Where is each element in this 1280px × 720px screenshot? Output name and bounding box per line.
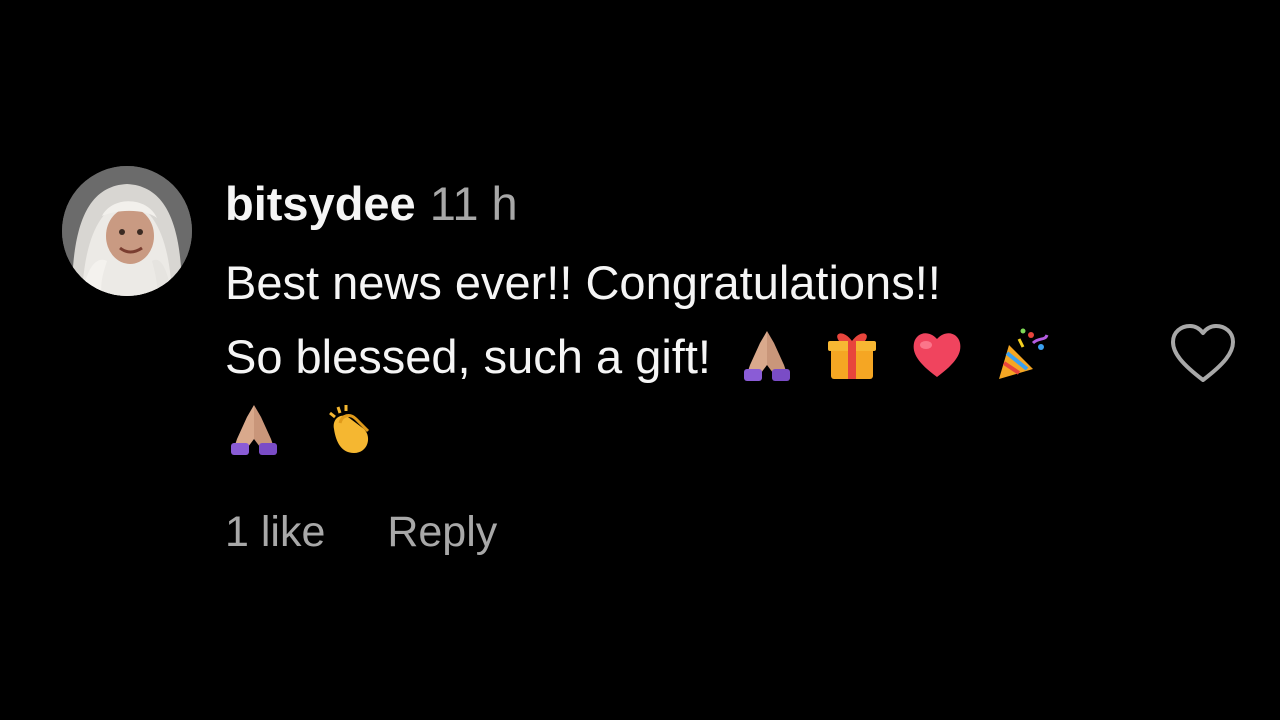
heart-outline-icon (1171, 324, 1235, 382)
comment-text-line-2: So blessed, such a gift! (225, 320, 1145, 394)
comment-text-line-1: Best news ever!! Congratulations!! (225, 256, 941, 309)
username[interactable]: bitsydee (225, 177, 416, 230)
clapping-hands-icon (320, 399, 378, 457)
reply-button[interactable]: Reply (387, 502, 497, 562)
comment-emoji-line (225, 394, 1145, 468)
comment-body: Best news ever!! Congratulations!! So bl… (225, 246, 1145, 468)
party-popper-icon (993, 325, 1051, 383)
like-button[interactable] (1168, 322, 1238, 386)
comment-text-segment: So blessed, such a gift! (225, 330, 711, 383)
avatar[interactable] (62, 166, 192, 296)
like-count-link[interactable]: 1 like (225, 502, 325, 562)
timestamp[interactable]: 11 h (430, 177, 518, 230)
comment: bitsydee 11 h Best news ever!! Congratula… (0, 0, 1280, 720)
avatar-image (62, 166, 192, 296)
wrapped-gift-icon (823, 325, 881, 383)
red-heart-icon (908, 325, 966, 383)
comment-actions: 1 like Reply (225, 502, 497, 562)
folded-hands-icon (738, 325, 796, 383)
folded-hands-icon (225, 399, 283, 457)
comment-header: bitsydee 11 h (225, 174, 518, 234)
